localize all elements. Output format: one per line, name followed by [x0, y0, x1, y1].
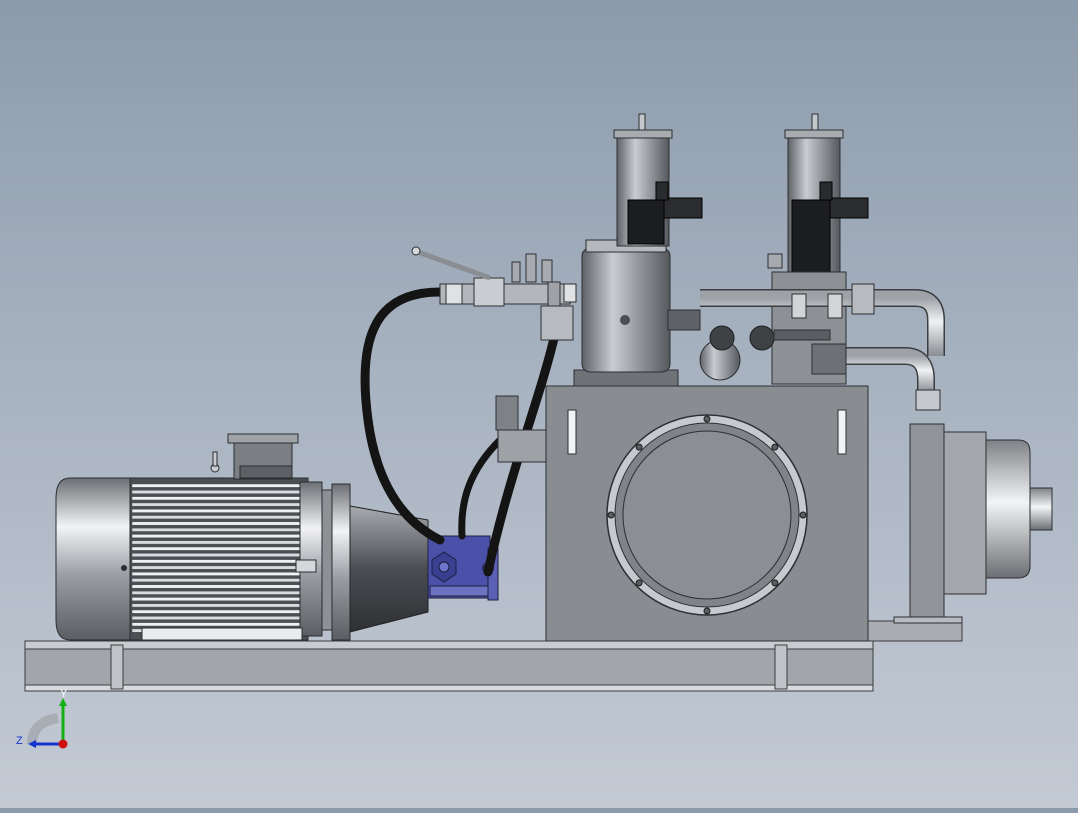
cover-bolt	[771, 443, 779, 451]
cover-bolt	[771, 579, 779, 587]
coordinate-triad: Y Z	[10, 688, 80, 758]
cooling-fin	[131, 515, 307, 520]
cooling-fin	[131, 584, 307, 589]
cooling-fin	[131, 565, 307, 570]
solenoid-valve-left	[613, 113, 703, 247]
cooling-fin	[131, 609, 307, 614]
cooling-fin	[131, 578, 307, 583]
cooling-fin	[131, 521, 307, 526]
oil-tank	[545, 385, 869, 642]
cooling-fin	[131, 534, 307, 539]
z-axis-label: Z	[16, 735, 23, 747]
electric-motor	[55, 433, 351, 641]
x-axis-dot	[58, 739, 68, 749]
cover-bolt	[703, 607, 711, 615]
cooling-fin	[131, 559, 307, 564]
cooling-fin	[131, 553, 307, 557]
cover-bolt	[635, 443, 643, 451]
cooling-fin	[131, 622, 307, 627]
cooling-fin	[131, 502, 307, 507]
cooling-fin	[131, 546, 307, 551]
filter-housing	[573, 239, 701, 387]
cooling-fin	[131, 540, 307, 545]
cover-bolt	[799, 511, 807, 519]
cooling-fin	[131, 603, 307, 608]
cooling-fin	[131, 508, 307, 513]
cover-bolt	[703, 415, 711, 423]
cooling-fin	[131, 571, 307, 576]
cover-bolt	[635, 579, 643, 587]
y-axis-label: Y	[60, 688, 68, 700]
cooling-fin	[131, 496, 307, 501]
graphics-area[interactable]	[0, 0, 1078, 808]
cooling-fin	[131, 490, 307, 494]
cooling-fin	[131, 597, 307, 602]
cooling-fin	[131, 483, 307, 488]
cooling-fin	[131, 590, 307, 595]
cooling-fin	[131, 527, 307, 532]
return-filter-unit	[893, 423, 1053, 624]
cooling-fin	[131, 616, 307, 620]
cover-bolt	[607, 511, 615, 519]
